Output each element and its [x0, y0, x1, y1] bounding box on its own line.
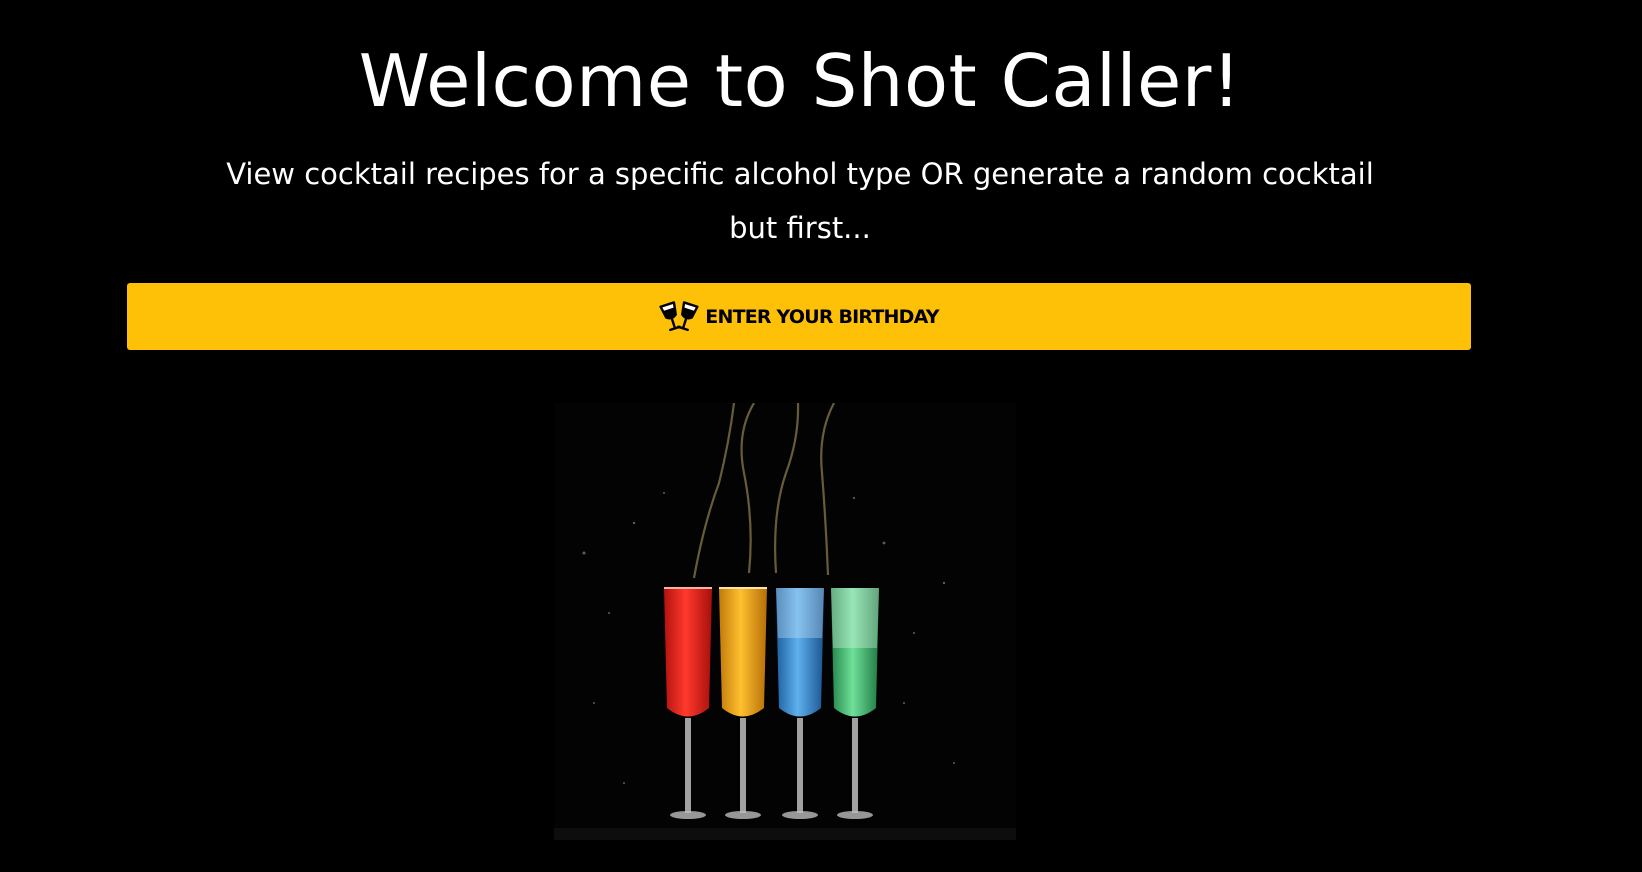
- red-cocktail-glass: [664, 587, 712, 819]
- subtitle-line-2: but first...: [729, 211, 871, 245]
- green-cocktail-glass: [831, 588, 879, 819]
- page-subtitle: View cocktail recipes for a specific alc…: [0, 147, 1600, 255]
- clinking-glasses-icon: [659, 300, 699, 331]
- landing-page: Welcome to Shot Caller! View cocktail re…: [0, 0, 1642, 872]
- page-title: Welcome to Shot Caller!: [358, 39, 1242, 123]
- enter-birthday-button[interactable]: ENTER YOUR BIRTHDAY: [127, 283, 1471, 350]
- orange-cocktail-glass: [719, 587, 767, 819]
- subtitle-line-1: View cocktail recipes for a specific alc…: [226, 157, 1374, 191]
- enter-birthday-label: ENTER YOUR BIRTHDAY: [705, 305, 939, 328]
- splash-droplets: [582, 492, 955, 784]
- blue-cocktail-glass: [776, 588, 824, 819]
- cocktail-glasses-illustration: [554, 402, 1016, 840]
- cocktails-hero-image: [554, 402, 1016, 840]
